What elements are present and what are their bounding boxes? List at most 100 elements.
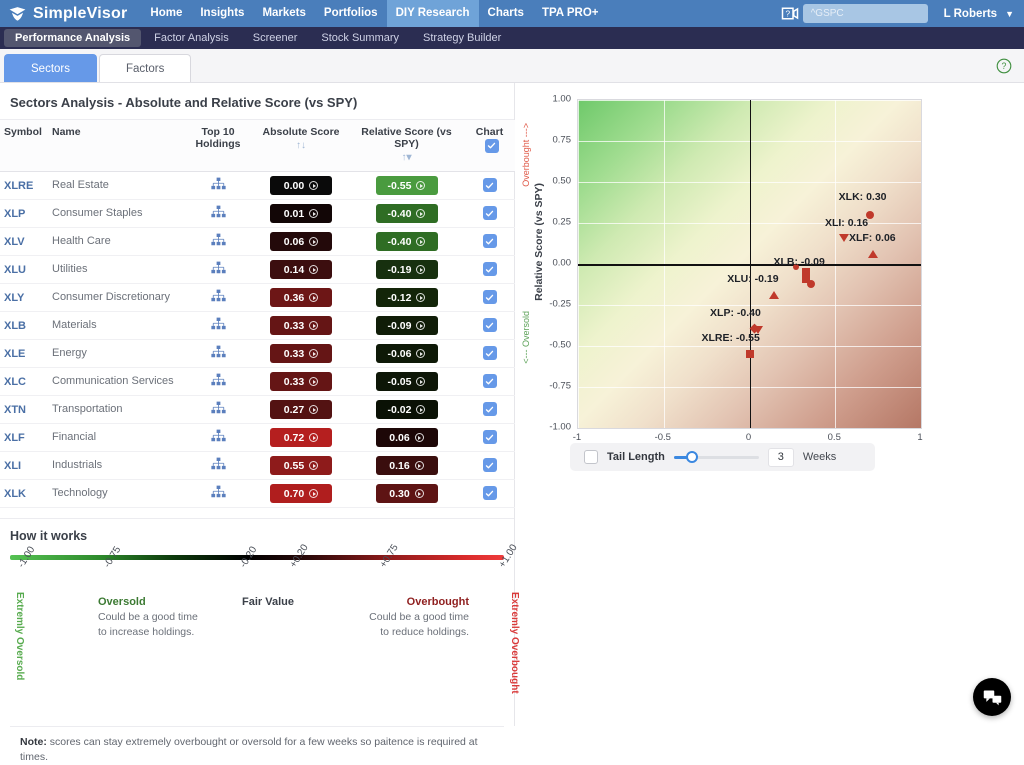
row-symbol[interactable]: XLY xyxy=(0,284,48,312)
search-input[interactable] xyxy=(803,4,928,23)
absolute-score-badge[interactable]: 0.72 xyxy=(270,428,332,447)
table-row[interactable]: XLKTechnology0.700.30 xyxy=(0,480,515,508)
relative-score-badge[interactable]: -0.02 xyxy=(376,400,438,419)
absolute-score-badge[interactable]: 0.01 xyxy=(270,204,332,223)
relative-score-badge[interactable]: -0.06 xyxy=(376,344,438,363)
relative-score-badge[interactable]: -0.12 xyxy=(376,288,438,307)
col-symbol[interactable]: Symbol xyxy=(0,120,48,172)
org-chart-icon[interactable] xyxy=(211,266,226,278)
nav-item-charts[interactable]: Charts xyxy=(479,0,533,27)
org-chart-icon[interactable] xyxy=(211,490,226,502)
col-absolute-score[interactable]: Absolute Score ↑↓ xyxy=(253,120,349,172)
nav-item-portfolios[interactable]: Portfolios xyxy=(315,0,387,27)
table-row[interactable]: XLREReal Estate0.00-0.55 xyxy=(0,172,515,200)
slider-handle[interactable] xyxy=(686,451,698,463)
scatter-plot-area[interactable]: XLK: 0.30XLI: 0.16XLF: 0.06XLB: -0.09XLU… xyxy=(577,99,922,429)
row-chart-checkbox[interactable] xyxy=(483,402,497,416)
row-symbol[interactable]: XLP xyxy=(0,200,48,228)
absolute-score-badge[interactable]: 0.33 xyxy=(270,316,332,335)
absolute-score-badge[interactable]: 0.33 xyxy=(270,372,332,391)
subnav-item-stock-summary[interactable]: Stock Summary xyxy=(310,29,410,47)
nav-item-diy-research[interactable]: DIY Research xyxy=(387,0,479,27)
absolute-score-badge[interactable]: 0.06 xyxy=(270,232,332,251)
subnav-item-strategy-builder[interactable]: Strategy Builder xyxy=(412,29,512,47)
row-symbol[interactable]: XLV xyxy=(0,228,48,256)
org-chart-icon[interactable] xyxy=(211,210,226,222)
row-symbol[interactable]: XLU xyxy=(0,256,48,284)
row-symbol[interactable]: XLI xyxy=(0,452,48,480)
tail-length-checkbox[interactable] xyxy=(584,450,598,464)
nav-item-insights[interactable]: Insights xyxy=(191,0,253,27)
tab-sectors[interactable]: Sectors xyxy=(4,54,97,82)
subnav-item-screener[interactable]: Screener xyxy=(242,29,309,47)
table-row[interactable]: XLYConsumer Discretionary0.36-0.12 xyxy=(0,284,515,312)
absolute-score-badge[interactable]: 0.27 xyxy=(270,400,332,419)
org-chart-icon[interactable] xyxy=(211,322,226,334)
row-chart-checkbox[interactable] xyxy=(483,318,497,332)
sort-ascending-icon[interactable]: ↑▾ xyxy=(353,152,460,163)
relative-score-badge[interactable]: -0.40 xyxy=(376,232,438,251)
tail-length-value[interactable]: 3 xyxy=(768,448,794,467)
row-symbol[interactable]: XLC xyxy=(0,368,48,396)
tail-length-slider[interactable] xyxy=(674,450,759,464)
relative-score-badge[interactable]: -0.55 xyxy=(376,176,438,195)
row-chart-checkbox[interactable] xyxy=(483,346,497,360)
org-chart-icon[interactable] xyxy=(211,378,226,390)
row-chart-checkbox[interactable] xyxy=(483,374,497,388)
row-chart-checkbox[interactable] xyxy=(483,458,497,472)
relative-score-badge[interactable]: 0.16 xyxy=(376,456,438,475)
absolute-score-badge[interactable]: 0.00 xyxy=(270,176,332,195)
table-row[interactable]: XLPConsumer Staples0.01-0.40 xyxy=(0,200,515,228)
table-row[interactable]: XLIIndustrials0.550.16 xyxy=(0,452,515,480)
brand-logo[interactable]: SimpleVisor xyxy=(8,4,127,23)
col-name[interactable]: Name xyxy=(48,120,183,172)
absolute-score-badge[interactable]: 0.36 xyxy=(270,288,332,307)
nav-item-tpa-pro[interactable]: TPA PRO+ xyxy=(533,0,608,27)
table-row[interactable]: XLBMaterials0.33-0.09 xyxy=(0,312,515,340)
nav-item-home[interactable]: Home xyxy=(141,0,191,27)
org-chart-icon[interactable] xyxy=(211,238,226,250)
row-symbol[interactable]: XLE xyxy=(0,340,48,368)
row-chart-checkbox[interactable] xyxy=(483,206,497,220)
org-chart-icon[interactable] xyxy=(211,350,226,362)
org-chart-icon[interactable] xyxy=(211,462,226,474)
row-chart-checkbox[interactable] xyxy=(483,486,497,500)
subnav-item-performance-analysis[interactable]: Performance Analysis xyxy=(4,29,141,47)
row-chart-checkbox[interactable] xyxy=(483,178,497,192)
absolute-score-badge[interactable]: 0.33 xyxy=(270,344,332,363)
sort-updown-icon[interactable]: ↑↓ xyxy=(257,140,345,151)
table-row[interactable]: XLVHealth Care0.06-0.40 xyxy=(0,228,515,256)
tab-factors[interactable]: Factors xyxy=(99,54,191,82)
absolute-score-badge[interactable]: 0.14 xyxy=(270,260,332,279)
relative-score-badge[interactable]: -0.05 xyxy=(376,372,438,391)
row-chart-checkbox[interactable] xyxy=(483,430,497,444)
table-row[interactable]: XLUUtilities0.14-0.19 xyxy=(0,256,515,284)
subnav-item-factor-analysis[interactable]: Factor Analysis xyxy=(143,29,240,47)
row-symbol[interactable]: XLB xyxy=(0,312,48,340)
row-symbol[interactable]: XLRE xyxy=(0,172,48,200)
relative-score-badge[interactable]: -0.40 xyxy=(376,204,438,223)
org-chart-icon[interactable] xyxy=(211,434,226,446)
org-chart-icon[interactable] xyxy=(211,182,226,194)
relative-score-badge[interactable]: 0.30 xyxy=(376,484,438,503)
video-help-icon[interactable]: ? xyxy=(777,0,803,27)
col-relative-score[interactable]: Relative Score (vs SPY) ↑▾ xyxy=(349,120,464,172)
absolute-score-badge[interactable]: 0.55 xyxy=(270,456,332,475)
absolute-score-badge[interactable]: 0.70 xyxy=(270,484,332,503)
row-chart-checkbox[interactable] xyxy=(483,262,497,276)
table-row[interactable]: XTNTransportation0.27-0.02 xyxy=(0,396,515,424)
relative-score-badge[interactable]: -0.19 xyxy=(376,260,438,279)
nav-item-markets[interactable]: Markets xyxy=(253,0,314,27)
table-row[interactable]: XLFFinancial0.720.06 xyxy=(0,424,515,452)
row-chart-checkbox[interactable] xyxy=(483,290,497,304)
row-symbol[interactable]: XLF xyxy=(0,424,48,452)
table-row[interactable]: XLCCommunication Services0.33-0.05 xyxy=(0,368,515,396)
org-chart-icon[interactable] xyxy=(211,294,226,306)
help-circle-icon[interactable]: ? xyxy=(996,58,1012,77)
org-chart-icon[interactable] xyxy=(211,406,226,418)
relative-score-badge[interactable]: 0.06 xyxy=(376,428,438,447)
chat-bubbles-icon[interactable] xyxy=(973,678,1011,716)
col-holdings[interactable]: Top 10 Holdings xyxy=(183,120,253,172)
row-symbol[interactable]: XTN xyxy=(0,396,48,424)
user-menu[interactable]: L Roberts ▼ xyxy=(928,8,1024,20)
